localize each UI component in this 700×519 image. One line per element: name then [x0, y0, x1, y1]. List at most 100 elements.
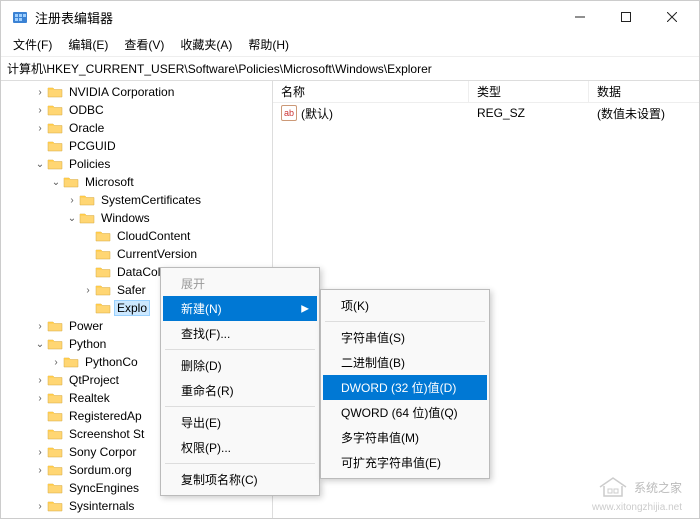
chevron-right-icon[interactable]: ›: [33, 87, 47, 98]
tree-label: Team17: [67, 517, 114, 518]
tree-label: PCGUID: [67, 139, 118, 153]
sub-qword[interactable]: QWORD (64 位)值(Q): [323, 400, 487, 425]
folder-icon: [79, 211, 95, 225]
tree-label: Oracle: [67, 121, 106, 135]
tree-item[interactable]: ·Team17: [1, 515, 272, 518]
tree-item[interactable]: › ODBC: [1, 101, 272, 119]
tree-spacer: ·: [81, 267, 95, 278]
folder-icon: [63, 355, 79, 369]
list-row[interactable]: ab (默认) REG_SZ (数值未设置): [273, 103, 699, 123]
folder-icon: [63, 175, 79, 189]
titlebar: 注册表编辑器: [1, 1, 699, 33]
chevron-right-icon[interactable]: ›: [33, 465, 47, 476]
tree-spacer: ·: [33, 483, 47, 494]
chevron-right-icon: ▶: [301, 303, 309, 314]
ctx-find[interactable]: 查找(F)...: [163, 321, 317, 346]
chevron-right-icon[interactable]: ›: [33, 393, 47, 404]
chevron-right-icon[interactable]: ›: [33, 447, 47, 458]
tree-label: Microsoft: [83, 175, 136, 189]
tree-spacer: ·: [33, 141, 47, 152]
close-button[interactable]: [649, 1, 695, 33]
sub-expandstring[interactable]: 可扩充字符串值(E): [323, 450, 487, 475]
ctx-copykey[interactable]: 复制项名称(C): [163, 467, 317, 492]
tree-item[interactable]: · PCGUID: [1, 137, 272, 155]
ctx-new[interactable]: 新建(N)▶: [163, 296, 317, 321]
maximize-button[interactable]: [603, 1, 649, 33]
chevron-right-icon[interactable]: ›: [65, 195, 79, 206]
folder-icon: [47, 85, 63, 99]
tree-item[interactable]: › Oracle: [1, 119, 272, 137]
separator: [325, 321, 485, 322]
tree-item[interactable]: ›Sysinternals: [1, 497, 272, 515]
tree-label: Sordum.org: [67, 463, 134, 477]
separator: [165, 406, 315, 407]
list-header: 名称 类型 数据: [273, 81, 699, 103]
sub-multistring[interactable]: 多字符串值(M): [323, 425, 487, 450]
sub-dword[interactable]: DWORD (32 位)值(D): [323, 375, 487, 400]
folder-icon: [47, 373, 63, 387]
chevron-down-icon[interactable]: ⌄: [65, 213, 79, 224]
menu-favorites[interactable]: 收藏夹(A): [172, 34, 240, 55]
menu-view[interactable]: 查看(V): [116, 34, 172, 55]
ctx-export[interactable]: 导出(E): [163, 410, 317, 435]
tree-label: Policies: [67, 157, 112, 171]
sub-binary[interactable]: 二进制值(B): [323, 350, 487, 375]
tree-item[interactable]: ⌄ Policies: [1, 155, 272, 173]
col-data[interactable]: 数据: [589, 81, 699, 102]
minimize-button[interactable]: [557, 1, 603, 33]
sub-key[interactable]: 项(K): [323, 293, 487, 318]
folder-icon: [95, 301, 111, 315]
tree-item[interactable]: ⌄ Windows: [1, 209, 272, 227]
tree-label: Safer: [115, 283, 148, 297]
tree-item[interactable]: › SystemCertificates: [1, 191, 272, 209]
col-type[interactable]: 类型: [469, 81, 589, 102]
menu-edit[interactable]: 编辑(E): [60, 34, 116, 55]
chevron-right-icon[interactable]: ›: [33, 321, 47, 332]
chevron-down-icon[interactable]: ⌄: [33, 159, 47, 170]
chevron-right-icon[interactable]: ›: [81, 285, 95, 296]
menu-file[interactable]: 文件(F): [5, 34, 60, 55]
chevron-down-icon[interactable]: ⌄: [33, 339, 47, 350]
context-submenu-new: 项(K) 字符串值(S) 二进制值(B) DWORD (32 位)值(D) QW…: [320, 289, 490, 479]
cell-data: (数值未设置): [589, 105, 699, 122]
tree-label: SyncEngines: [67, 481, 141, 495]
tree-label: Windows: [99, 211, 152, 225]
tree-item[interactable]: › NVIDIA Corporation: [1, 83, 272, 101]
sub-string[interactable]: 字符串值(S): [323, 325, 487, 350]
tree-label: NVIDIA Corporation: [67, 85, 176, 99]
tree-item[interactable]: ⌄ Microsoft: [1, 173, 272, 191]
tree-label: RegisteredAp: [67, 409, 144, 423]
regedit-icon: [11, 8, 29, 26]
tree-spacer: ·: [33, 411, 47, 422]
folder-icon: [47, 319, 63, 333]
chevron-down-icon[interactable]: ⌄: [49, 177, 63, 188]
chevron-right-icon[interactable]: ›: [33, 501, 47, 512]
folder-icon: [47, 409, 63, 423]
folder-icon: [47, 337, 63, 351]
cell-type: REG_SZ: [469, 106, 589, 120]
tree-label: ODBC: [67, 103, 106, 117]
chevron-right-icon[interactable]: ›: [33, 105, 47, 116]
menu-help[interactable]: 帮助(H): [240, 34, 297, 55]
chevron-right-icon[interactable]: ›: [33, 375, 47, 386]
address-bar[interactable]: 计算机\HKEY_CURRENT_USER\Software\Policies\…: [1, 57, 699, 81]
tree-label: Python: [67, 337, 108, 351]
chevron-right-icon[interactable]: ›: [49, 357, 63, 368]
ctx-permissions[interactable]: 权限(P)...: [163, 435, 317, 460]
tree-label: SystemCertificates: [99, 193, 203, 207]
chevron-right-icon[interactable]: ›: [33, 123, 47, 134]
folder-icon: [47, 499, 63, 513]
context-menu: 展开 新建(N)▶ 查找(F)... 删除(D) 重命名(R) 导出(E) 权限…: [160, 267, 320, 496]
menubar: 文件(F) 编辑(E) 查看(V) 收藏夹(A) 帮助(H): [1, 33, 699, 57]
tree-label: Power: [67, 319, 105, 333]
col-name[interactable]: 名称: [273, 81, 469, 102]
folder-icon: [95, 283, 111, 297]
separator: [165, 463, 315, 464]
tree-label: QtProject: [67, 373, 121, 387]
tree-label: Screenshot St: [67, 427, 146, 441]
ctx-rename[interactable]: 重命名(R): [163, 378, 317, 403]
ctx-delete[interactable]: 删除(D): [163, 353, 317, 378]
tree-label: CurrentVersion: [115, 247, 199, 261]
tree-item[interactable]: ·CloudContent: [1, 227, 272, 245]
tree-item[interactable]: ·CurrentVersion: [1, 245, 272, 263]
